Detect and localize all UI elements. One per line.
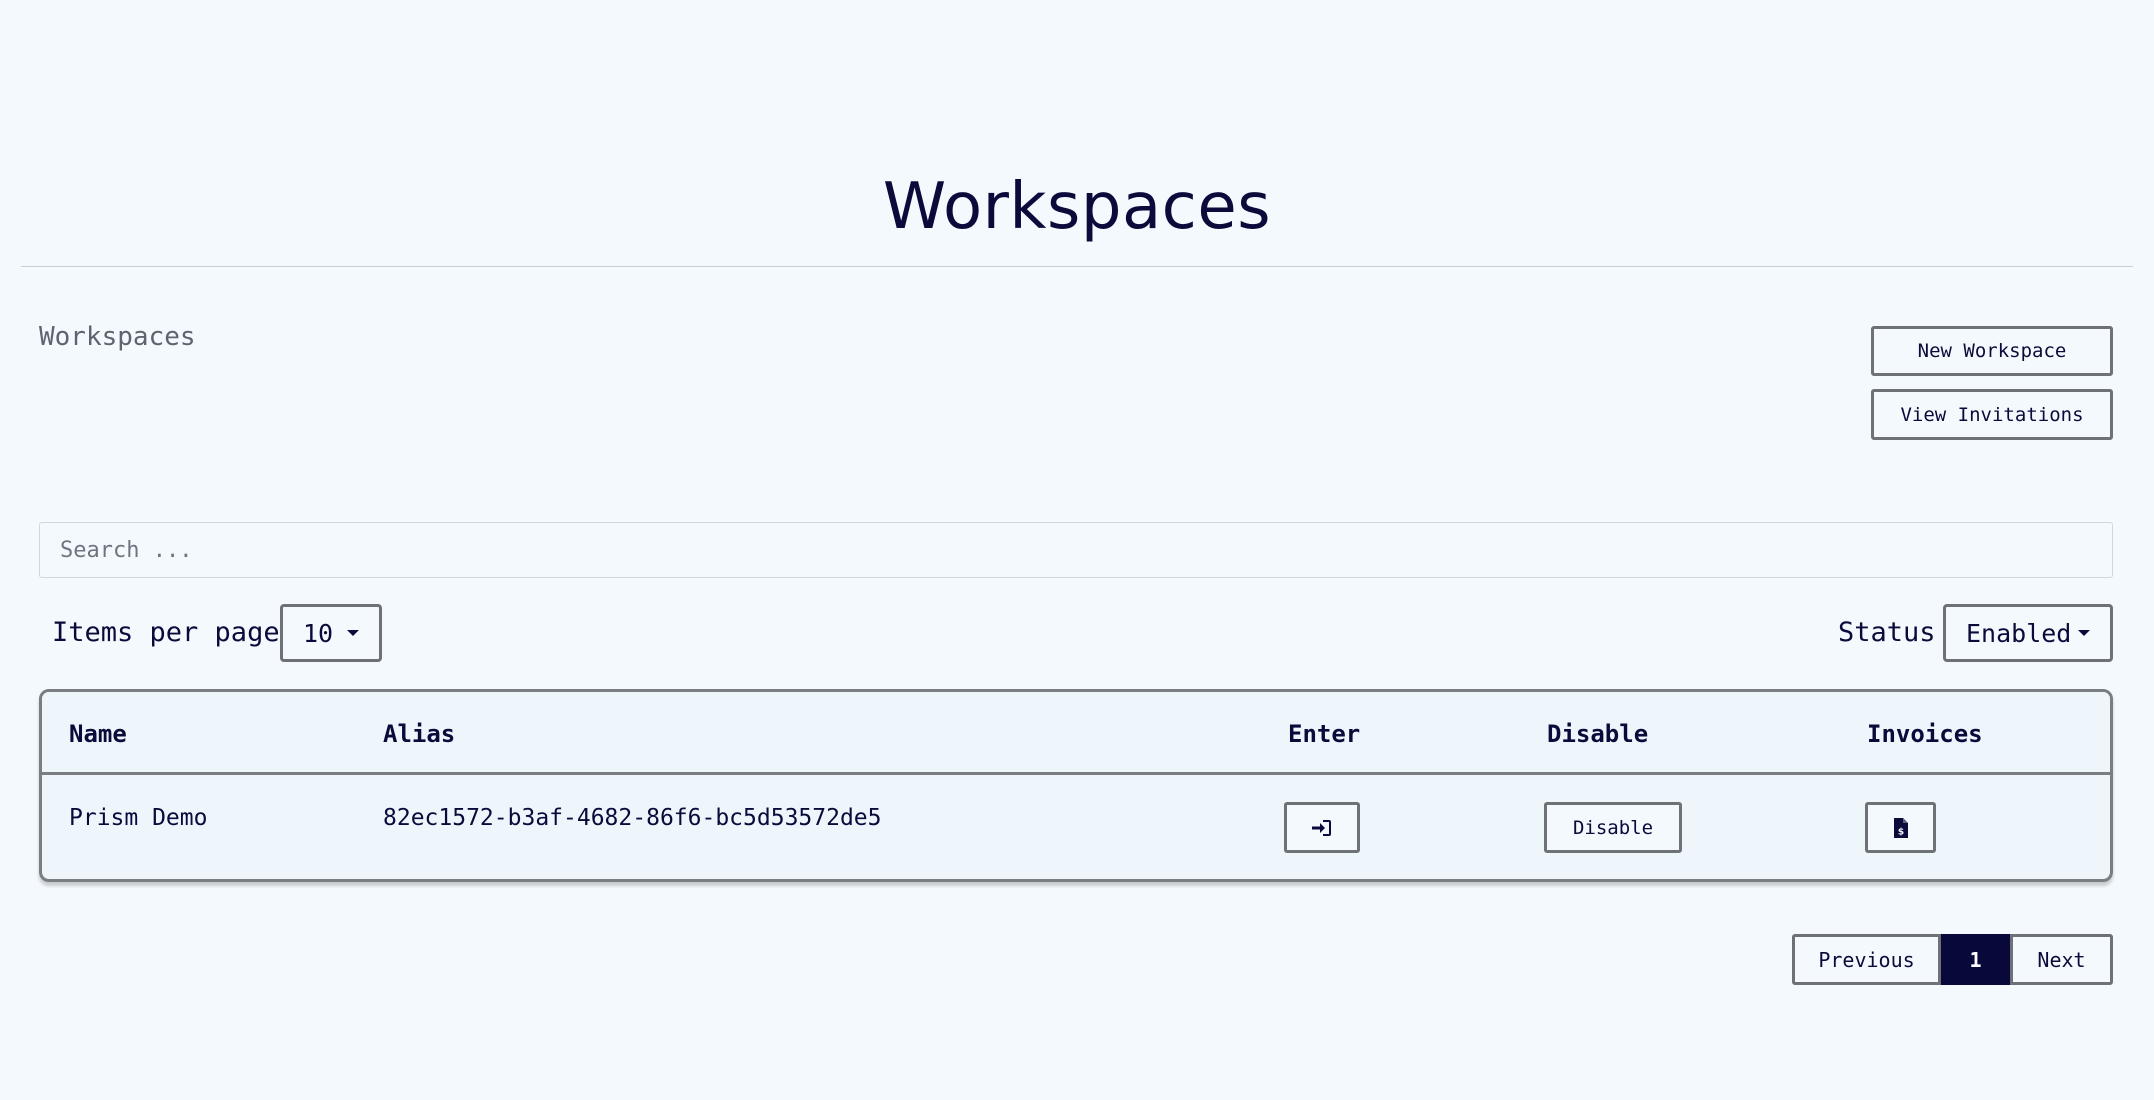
table-row: Prism Demo 82ec1572-b3af-4682-86f6-bc5d5… [42, 778, 2110, 879]
search-input[interactable] [39, 522, 2113, 578]
section-label: Workspaces [39, 322, 196, 352]
column-header-disable: Disable [1547, 720, 1649, 748]
column-header-invoices: Invoices [1867, 720, 1983, 748]
workspaces-page: Workspaces Workspaces New Workspace View… [0, 0, 2154, 1100]
workspaces-table: Name Alias Enter Disable Invoices Prism … [39, 689, 2113, 882]
column-header-enter: Enter [1288, 720, 1361, 748]
items-per-page-label: Items per page [52, 617, 280, 648]
items-per-page-select[interactable]: 10 [280, 604, 382, 662]
enter-workspace-button[interactable] [1284, 802, 1360, 853]
invoice-dollar-icon: $ [1893, 817, 1908, 838]
previous-page-button[interactable]: Previous [1792, 934, 1941, 985]
sign-in-icon [1312, 819, 1331, 836]
items-per-page-value: 10 [303, 618, 334, 648]
new-workspace-button[interactable]: New Workspace [1871, 326, 2113, 376]
table-header: Name Alias Enter Disable Invoices [42, 692, 2110, 775]
workspace-alias: 82ec1572-b3af-4682-86f6-bc5d53572de5 [383, 805, 882, 831]
chevron-down-icon [2078, 630, 2090, 636]
status-filter-label: Status [1838, 617, 1936, 648]
title-divider [21, 266, 2133, 267]
status-filter-value: Enabled [1966, 618, 2072, 648]
status-filter-select[interactable]: Enabled [1943, 604, 2113, 662]
view-invoices-button[interactable]: $ [1865, 802, 1936, 853]
workspace-name: Prism Demo [69, 805, 208, 831]
page-title: Workspaces [882, 170, 1272, 244]
column-header-alias[interactable]: Alias [383, 720, 455, 748]
current-page-button[interactable]: 1 [1941, 934, 2010, 985]
view-invitations-button[interactable]: View Invitations [1871, 389, 2113, 440]
chevron-down-icon [347, 630, 359, 636]
column-header-name[interactable]: Name [69, 720, 127, 748]
next-page-button[interactable]: Next [2010, 934, 2113, 985]
disable-workspace-button[interactable]: Disable [1544, 802, 1682, 853]
svg-text:$: $ [1897, 827, 1903, 837]
